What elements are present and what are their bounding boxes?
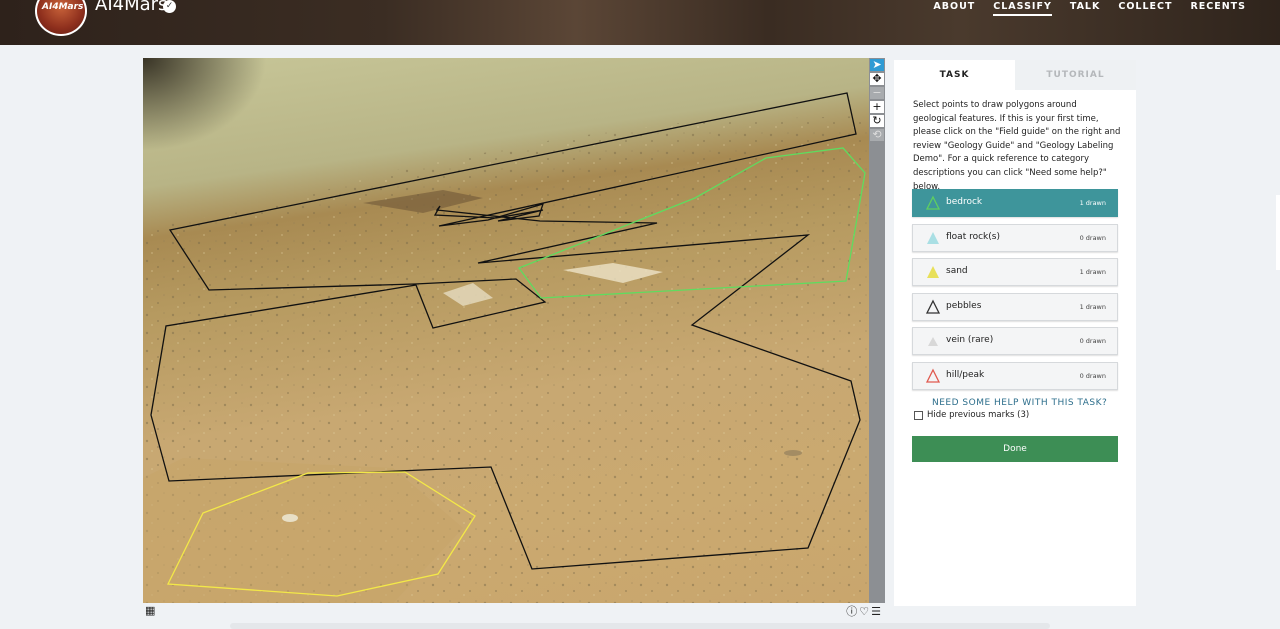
heart-icon[interactable]: ♡ — [859, 605, 871, 618]
mars-terrain-image — [143, 92, 869, 603]
tool-count: 0 drawn — [1079, 233, 1106, 242]
triangle-icon — [925, 195, 941, 210]
tool-float-rocks[interactable]: float rock(s) 0 drawn — [912, 223, 1118, 252]
triangle-icon — [925, 368, 941, 383]
done-button[interactable]: Done — [912, 436, 1118, 462]
drawing-tools-list: bedrock 1 drawn float rock(s) 0 drawn sa… — [912, 189, 1118, 396]
tab-task[interactable]: TASK — [894, 60, 1015, 90]
project-title[interactable]: AI4Mars — [95, 0, 167, 15]
pointer-tool-icon[interactable]: ➤ — [870, 59, 884, 71]
tool-count: 1 drawn — [1079, 199, 1106, 207]
rotate-icon[interactable]: ↻ — [870, 115, 884, 127]
subject-meta-bar: ▦ ⓘ♡☰ — [143, 603, 885, 619]
tool-label: bedrock — [946, 197, 983, 207]
verified-badge-icon: ✓ — [163, 0, 176, 13]
triangle-icon — [925, 299, 941, 314]
task-tabs: TASK TUTORIAL — [894, 60, 1136, 90]
nav-talk[interactable]: TALK — [1070, 1, 1101, 16]
viewer-toolbar: ➤ ✥ − + ↻ ⟲ — [869, 58, 885, 603]
task-panel: TASK TUTORIAL Select points to draw poly… — [894, 60, 1136, 606]
tool-label: sand — [946, 266, 968, 276]
nav-about[interactable]: ABOUT — [933, 1, 975, 16]
tab-tutorial[interactable]: TUTORIAL — [1015, 60, 1136, 90]
zoom-out-icon[interactable]: − — [870, 87, 884, 99]
grid-icon[interactable]: ▦ — [145, 604, 155, 617]
nav-recents[interactable]: RECENTS — [1190, 1, 1246, 16]
info-icon[interactable]: ⓘ — [846, 605, 859, 618]
project-nav: ABOUT CLASSIFY TALK COLLECT RECENTS — [933, 1, 1246, 16]
tool-label: float rock(s) — [946, 231, 1000, 242]
pan-tool-icon[interactable]: ✥ — [870, 73, 884, 85]
tool-count: 0 drawn — [1079, 337, 1106, 345]
triangle-icon — [927, 231, 939, 244]
need-help-link[interactable]: NEED SOME HELP WITH THIS TASK? — [932, 398, 1107, 408]
tool-label: hill/peak — [946, 369, 985, 380]
triangle-icon — [928, 337, 938, 346]
tool-label: vein (rare) — [946, 335, 994, 345]
task-instructions: Select points to draw polygons around ge… — [913, 100, 1121, 192]
tool-sand[interactable]: sand 1 drawn — [912, 258, 1118, 286]
field-guide-tab[interactable] — [1276, 195, 1280, 270]
nav-classify[interactable]: CLASSIFY — [993, 1, 1052, 16]
tool-pebbles[interactable]: pebbles 1 drawn — [912, 292, 1118, 321]
subject-actions: ⓘ♡☰ — [846, 603, 883, 619]
nav-collect[interactable]: COLLECT — [1118, 1, 1172, 16]
hide-previous-marks[interactable]: Hide previous marks (3) — [914, 410, 1029, 420]
page-footer-edge — [230, 623, 1050, 629]
list-icon[interactable]: ☰ — [871, 605, 883, 618]
hide-marks-checkbox[interactable] — [914, 410, 923, 420]
tool-vein[interactable]: vein (rare) 0 drawn — [912, 327, 1118, 355]
tool-count: 1 drawn — [1079, 268, 1106, 276]
site-header: AI4Mars AI4Mars ✓ ABOUT CLASSIFY TALK CO… — [0, 0, 1280, 45]
reset-icon[interactable]: ⟲ — [870, 129, 884, 141]
tool-label: pebbles — [946, 300, 982, 311]
tool-count: 1 drawn — [1079, 302, 1106, 311]
tool-count: 0 drawn — [1079, 371, 1106, 380]
logo-text: AI4Mars — [42, 2, 84, 12]
tool-bedrock[interactable]: bedrock 1 drawn — [912, 189, 1118, 217]
tool-hill-peak[interactable]: hill/peak 0 drawn — [912, 361, 1118, 390]
project-logo[interactable]: AI4Mars — [35, 0, 87, 36]
triangle-icon — [927, 266, 939, 278]
zoom-in-icon[interactable]: + — [870, 101, 884, 113]
hide-marks-label: Hide previous marks (3) — [927, 410, 1030, 420]
subject-image-viewer[interactable] — [143, 58, 869, 603]
